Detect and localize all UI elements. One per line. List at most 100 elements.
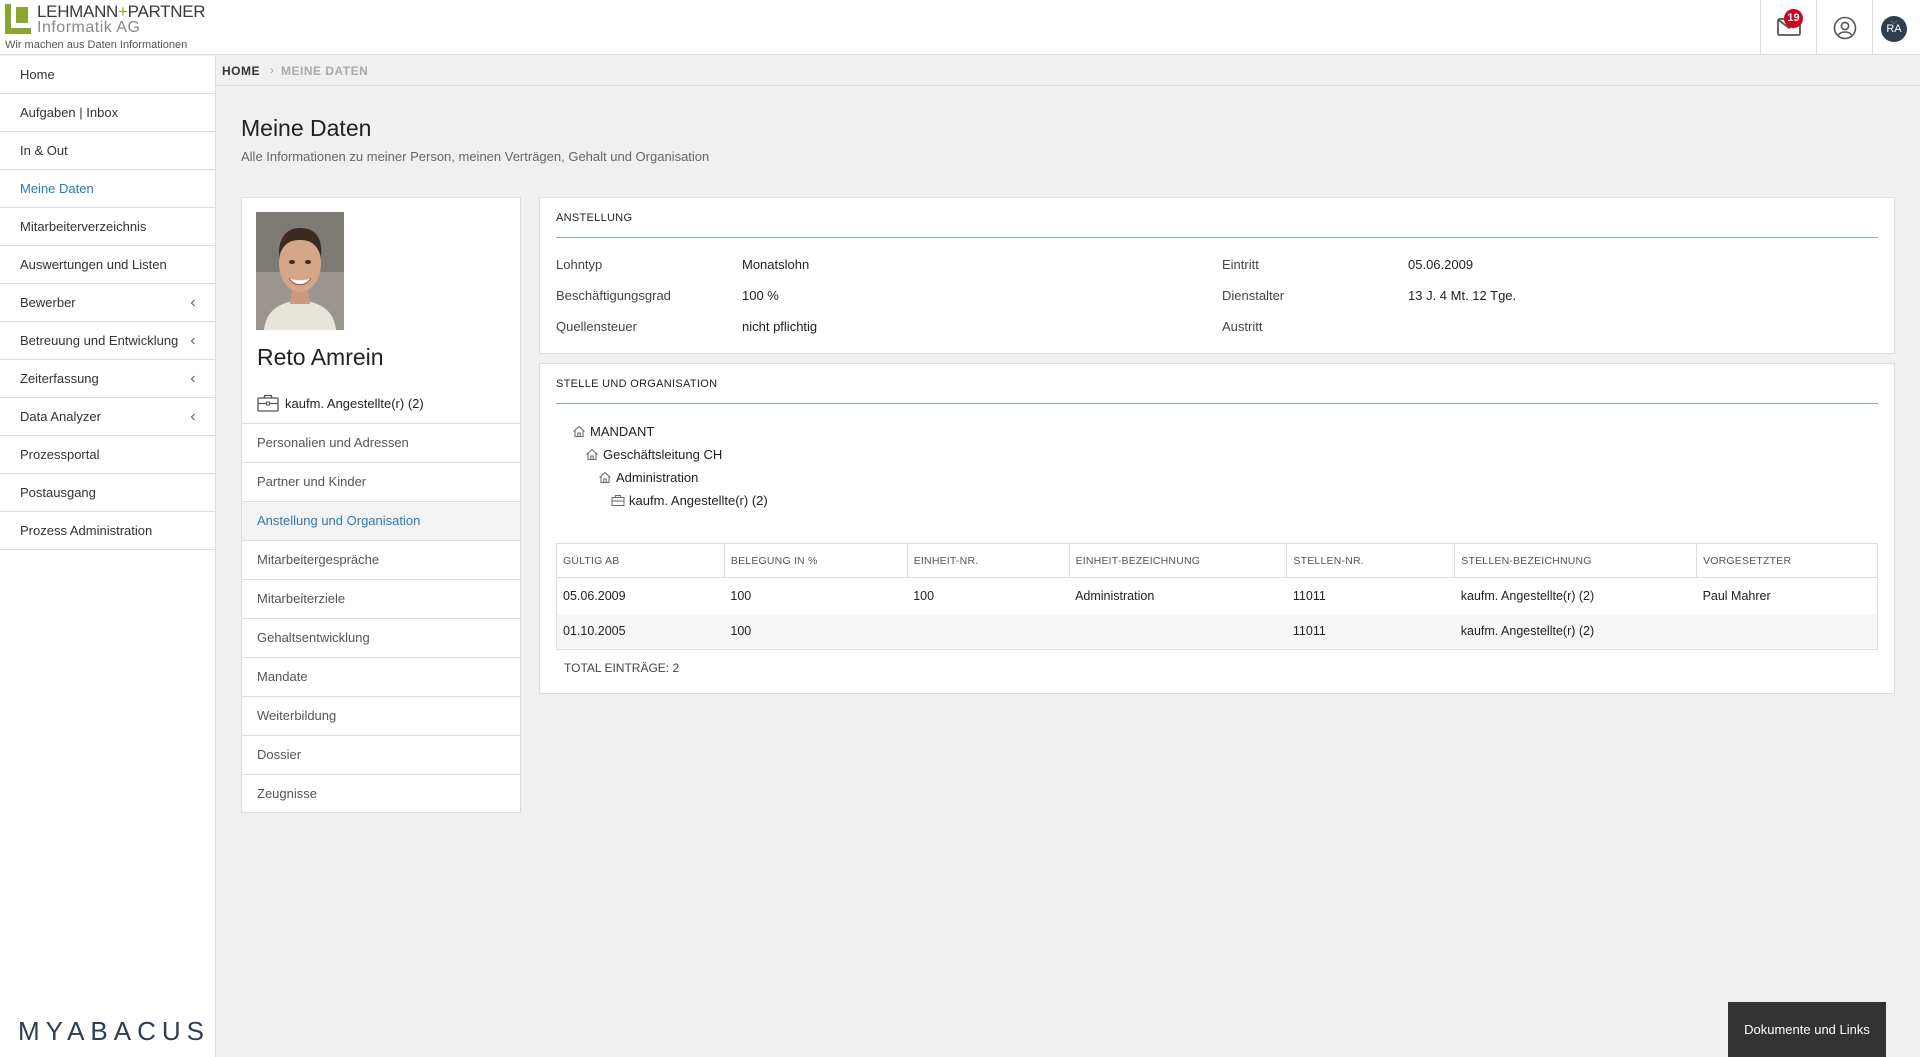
column-header[interactable]: GÜLTIG AB — [556, 543, 725, 578]
sidebar-item-prozess-administration[interactable]: Prozess Administration — [0, 512, 215, 550]
page-subtitle: Alle Informationen zu meiner Person, mei… — [241, 149, 710, 164]
myabacus-logo: MYABACUS — [18, 1016, 210, 1046]
home-icon — [599, 471, 611, 483]
table-cell: Paul Mahrer — [1702, 588, 1771, 603]
breadcrumb-current: MEINE DATEN — [281, 64, 369, 78]
card-title: ANSTELLUNG — [556, 212, 633, 224]
sidebar-item-meine-daten[interactable]: Meine Daten — [0, 170, 215, 208]
sidebar-item-data-analyzer[interactable]: Data Analyzer — [0, 398, 215, 436]
table-cell — [907, 613, 1070, 650]
profile-role-label: kaufm. Angestellte(r) (2) — [285, 396, 424, 411]
sidebar-item-prozessportal[interactable]: Prozessportal — [0, 436, 215, 474]
notification-badge: 19 — [1784, 9, 1803, 28]
column-header[interactable]: BELEGUNG IN % — [723, 543, 908, 578]
column-header[interactable]: EINHEIT-BEZEICHNUNG — [1068, 543, 1287, 578]
sidebar-item-mitarbeiterverzeichnis[interactable]: Mitarbeiterverzeichnis — [0, 208, 215, 246]
logo-tagline: Wir machen aus Daten Informationen — [5, 39, 188, 51]
messages-button[interactable]: 19 — [1760, 0, 1816, 55]
profile-menu-item-personalien-und-adressen[interactable]: Personalien und Adressen — [242, 423, 520, 462]
table-row[interactable]: 01.10.2005 100 11011 kaufm. Angestellte(r) … — [556, 613, 1878, 650]
table-cell: 01.10.2005 — [556, 613, 725, 650]
home-icon — [573, 425, 585, 437]
beschaeftigungsgrad-value: 100 % — [742, 288, 779, 303]
sidebar-item-label: Meine Daten — [20, 181, 94, 196]
org-tree-label: Administration — [616, 470, 699, 485]
sidebar-item-label: Prozessportal — [20, 447, 100, 462]
table-row[interactable]: 05.06.2009 100 100 Administration 11011 kaufm… — [557, 578, 1878, 614]
column-header[interactable]: EINHEIT-NR. — [906, 543, 1070, 578]
sidebar-item-betreuung-und-entwicklung[interactable]: Betreuung und Entwicklung — [0, 322, 215, 360]
org-tree-label: kaufm. Angestellte(r) (2) — [629, 493, 768, 508]
sidebar-item-auswertungen-und-listen[interactable]: Auswertungen und Listen — [0, 246, 215, 284]
card-title: STELLE UND ORGANISATION — [556, 378, 718, 390]
home-icon — [586, 448, 598, 460]
sidebar-item-label: Aufgaben | Inbox — [20, 105, 119, 120]
profile-button[interactable] — [1816, 0, 1872, 55]
chevron-left-icon — [190, 413, 195, 421]
profile-photo — [256, 212, 344, 330]
page-title: Meine Daten — [241, 115, 372, 141]
profile-menu-item-anstellung-und-organisation[interactable]: Anstellung und Organisation — [242, 501, 520, 540]
breadcrumb-home[interactable]: HOME — [222, 64, 260, 78]
table-cell: 11011 — [1292, 588, 1326, 603]
column-header[interactable]: STELLEN-NR. — [1286, 543, 1455, 578]
user-menu[interactable]: RA — [1872, 0, 1920, 55]
briefcase-icon — [611, 495, 625, 506]
profile-menu-item-dossier[interactable]: Dossier — [242, 735, 520, 774]
sidebar-item-postausgang[interactable]: Postausgang — [0, 474, 215, 512]
table-cell: 05.06.2009 — [563, 588, 626, 603]
sidebar-item-aufgaben-inbox[interactable]: Aufgaben | Inbox — [0, 94, 215, 132]
quellensteuer-label: Quellensteuer — [556, 319, 637, 334]
breadcrumb: HOME › MEINE DATEN — [217, 56, 1920, 86]
user-circle-icon — [1833, 16, 1857, 40]
dienstalter-label: Dienstalter — [1222, 288, 1285, 303]
table-cell: 100 — [913, 588, 935, 603]
sidebar-item-in-out[interactable]: In & Out — [0, 132, 215, 170]
sidebar-item-label: Postausgang — [20, 485, 96, 500]
profile-menu-item-zeugnisse[interactable]: Zeugnisse — [242, 774, 520, 813]
profile-menu-item-mandate[interactable]: Mandate — [242, 657, 520, 696]
sidebar-item-label: Zeiterfassung — [20, 371, 99, 386]
anstellung-card: ANSTELLUNG Lohntyp Monatslohn Beschäftig… — [539, 197, 1895, 354]
beschaeftigungsgrad-label: Beschäftigungsgrad — [556, 288, 671, 303]
sidebar-item-zeiterfassung[interactable]: Zeiterfassung — [0, 360, 215, 398]
profile-menu-item-mitarbeitergespräche[interactable]: Mitarbeitergespräche — [242, 540, 520, 579]
column-header[interactable]: STELLEN-BEZEICHNUNG — [1454, 543, 1697, 578]
eintritt-label: Eintritt — [1222, 257, 1259, 272]
divider — [556, 237, 1878, 238]
briefcase-icon — [257, 394, 279, 412]
sidebar-item-label: Data Analyzer — [20, 409, 101, 424]
profile-menu-item-partner-und-kinder[interactable]: Partner und Kinder — [242, 462, 520, 501]
sidebar-item-bewerber[interactable]: Bewerber — [0, 284, 215, 322]
profile-name: Reto Amrein — [257, 344, 384, 370]
profile-menu-item-weiterbildung[interactable]: Weiterbildung — [242, 696, 520, 735]
table-cell: 100 — [724, 613, 908, 650]
sidebar-item-label: Bewerber — [20, 295, 76, 310]
stelle-organisation-card: STELLE UND ORGANISATION MANDANT Geschäfts… — [539, 363, 1895, 694]
profile-menu: Personalien und Adressen Partner und Kind… — [242, 423, 520, 813]
sidebar-item-label: Mitarbeiterverzeichnis — [20, 219, 147, 234]
sidebar-item-home[interactable]: Home — [0, 56, 215, 94]
sidebar-item-label: Betreuung und Entwicklung — [20, 333, 179, 348]
org-tree-label: Geschäftsleitung CH — [603, 447, 723, 462]
column-header[interactable]: VORGESETZTER — [1696, 543, 1878, 578]
lohntyp-value: Monatslohn — [742, 257, 810, 272]
profile-menu-item-gehaltsentwicklung[interactable]: Gehaltsentwicklung — [242, 618, 520, 657]
chevron-left-icon — [190, 375, 195, 383]
top-bar: LEHMANN+PARTNER Informatik AG Wir machen… — [0, 0, 1920, 55]
table-cell: kaufm. Angestellte(r) (2) — [1460, 588, 1595, 603]
company-logo[interactable]: LEHMANN+PARTNER Informatik AG Wir machen… — [5, 2, 215, 52]
profile-panel: Reto Amrein kaufm. Angestellte(r) (2) Pe… — [241, 197, 521, 813]
dienstalter-value: 13 J. 4 Mt. 12 Tge. — [1408, 288, 1517, 303]
chevron-left-icon — [190, 337, 195, 345]
documents-links-button[interactable]: Dokumente und Links — [1728, 1002, 1886, 1057]
org-tree-label: MANDANT — [590, 424, 655, 439]
sidebar-item-label: Home — [20, 67, 55, 82]
logo-subname: Informatik AG — [37, 19, 141, 36]
profile-menu-item-mitarbeiterziele[interactable]: Mitarbeiterziele — [242, 579, 520, 618]
lohntyp-label: Lohntyp — [556, 257, 603, 272]
sidebar-item-label: In & Out — [20, 143, 68, 158]
chevron-down-icon — [1890, 20, 1898, 25]
quellensteuer-value: nicht pflichtig — [742, 319, 818, 334]
chevron-left-icon — [190, 299, 195, 307]
